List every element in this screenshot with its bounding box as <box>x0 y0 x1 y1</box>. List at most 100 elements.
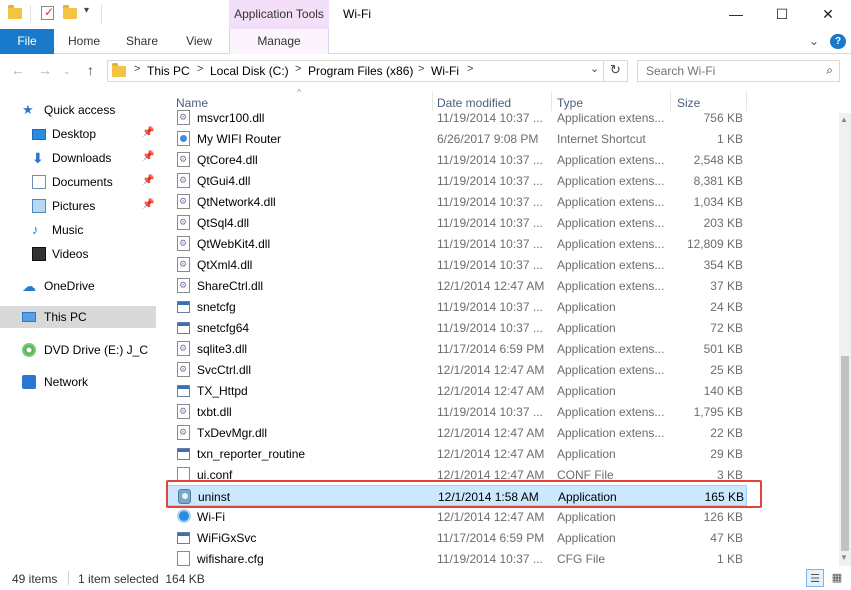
pin-icon[interactable]: 📌 <box>142 175 154 186</box>
file-date-modified: 11/19/2014 10:37 ... <box>437 111 543 125</box>
search-input[interactable] <box>638 61 818 81</box>
file-type: Application <box>557 510 616 524</box>
download-icon: ⬇ <box>32 150 44 166</box>
file-row[interactable]: QtSql4.dll 11/19/2014 10:37 ... Applicatio… <box>167 212 747 233</box>
status-divider <box>68 571 69 585</box>
minimize-button[interactable]: — <box>713 0 759 29</box>
scrollbar-thumb[interactable] <box>841 356 849 551</box>
vertical-scrollbar[interactable]: ▲ ▼ <box>839 113 851 566</box>
dll-file-icon <box>177 215 190 230</box>
file-row[interactable]: snetcfg64 11/19/2014 10:37 ... Application… <box>167 317 747 338</box>
file-row[interactable]: TX_Httpd 12/1/2014 12:47 AM Application 140… <box>167 380 747 401</box>
nav-item-pictures[interactable]: Pictures 📌 <box>0 195 156 217</box>
address-bar[interactable]: > This PC > Local Disk (C:) > Program Fi… <box>107 60 628 82</box>
nav-item-onedrive[interactable]: ☁ OneDrive <box>0 275 156 297</box>
file-name: txn_reporter_routine <box>197 447 306 461</box>
file-row[interactable]: wifishare.cfg 11/19/2014 10:37 ... CFG Fil… <box>167 548 747 566</box>
file-row[interactable]: sqlite3.dll 11/17/2014 6:59 PM Application… <box>167 338 747 359</box>
nav-item-downloads[interactable]: ⬇ Downloads 📌 <box>0 147 156 169</box>
file-row[interactable]: SvcCtrl.dll 12/1/2014 12:47 AM Application… <box>167 359 747 380</box>
file-name: QtWebKit4.dll <box>197 237 271 251</box>
breadcrumb-this-pc[interactable]: This PC <box>147 64 190 78</box>
details-view-icon[interactable]: ☰ <box>806 569 824 587</box>
breadcrumb-separator[interactable]: > <box>295 63 301 75</box>
scroll-up-icon[interactable]: ▲ <box>840 115 848 124</box>
dll-file-icon <box>177 110 190 125</box>
file-row[interactable]: msvcr100.dll 11/19/2014 10:37 ... Applicat… <box>167 107 747 128</box>
search-icon[interactable]: ⌕ <box>826 63 833 78</box>
tab-share[interactable]: Share <box>118 29 166 54</box>
file-type: Application extens... <box>557 111 665 125</box>
breadcrumb-separator[interactable]: > <box>467 63 473 75</box>
file-type: Application extens... <box>557 258 665 272</box>
file-row[interactable]: QtNetwork4.dll 11/19/2014 10:37 ... Applic… <box>167 191 747 212</box>
folder-icon <box>8 5 22 20</box>
maximize-button[interactable]: ☐ <box>759 0 805 29</box>
nav-item-videos[interactable]: Videos <box>0 243 156 265</box>
nav-item-quick-access[interactable]: ★ Quick access <box>0 99 156 121</box>
file-name: WiFiGxSvc <box>197 531 257 545</box>
file-name: ui.conf <box>197 468 233 482</box>
tab-home[interactable]: Home <box>60 29 108 54</box>
file-row[interactable]: uninst 12/1/2014 1:58 AM Application 165 KB <box>167 485 747 506</box>
file-row[interactable]: WiFiGxSvc 11/17/2014 6:59 PM Application 47… <box>167 527 747 548</box>
file-date-modified: 12/1/2014 12:47 AM <box>437 279 545 293</box>
dll-file-icon <box>177 173 190 188</box>
file-row[interactable]: ShareCtrl.dll 12/1/2014 12:47 AM Applicati… <box>167 275 747 296</box>
new-folder-icon[interactable] <box>63 5 77 20</box>
refresh-icon[interactable]: ↻ <box>610 62 621 78</box>
file-type: Application extens... <box>557 216 665 230</box>
breadcrumb-separator[interactable]: > <box>418 63 424 75</box>
recent-locations-chevron-icon[interactable]: ⌄ <box>63 66 71 77</box>
breadcrumb-separator[interactable]: > <box>134 63 140 75</box>
nav-item-label: Quick access <box>44 103 116 117</box>
dll-file-icon <box>177 278 190 293</box>
nav-item-label: Downloads <box>52 151 112 165</box>
pin-icon[interactable]: 📌 <box>142 199 154 210</box>
file-row[interactable]: Wi-Fi 12/1/2014 12:47 AM Application 126 KB <box>167 506 747 527</box>
nav-item-dvd-drive[interactable]: DVD Drive (E:) J_CENA <box>0 339 156 361</box>
nav-item-music[interactable]: ♪ Music <box>0 219 156 241</box>
nav-item-documents[interactable]: Documents 📌 <box>0 171 156 193</box>
nav-item-desktop[interactable]: Desktop 📌 <box>0 123 156 145</box>
help-icon[interactable]: ? <box>830 34 846 49</box>
file-row[interactable]: TxDevMgr.dll 12/1/2014 12:47 AM Applicatio… <box>167 422 747 443</box>
file-size: 126 KB <box>703 510 743 524</box>
address-dropdown-icon[interactable]: ⌄ <box>590 62 599 75</box>
file-size: 72 KB <box>710 321 743 335</box>
file-row[interactable]: QtGui4.dll 11/19/2014 10:37 ... Applicatio… <box>167 170 747 191</box>
customize-quick-access-icon[interactable]: ▾ <box>84 5 98 19</box>
file-row[interactable]: QtCore4.dll 11/19/2014 10:37 ... Applicati… <box>167 149 747 170</box>
tab-manage[interactable]: Manage <box>229 29 329 54</box>
nav-item-network[interactable]: Network <box>0 371 156 393</box>
pin-icon[interactable]: 📌 <box>142 151 154 162</box>
breadcrumb-local-disk[interactable]: Local Disk (C:) <box>210 64 289 78</box>
breadcrumb-program-files[interactable]: Program Files (x86) <box>308 64 413 78</box>
breadcrumb-separator[interactable]: > <box>197 63 203 75</box>
tab-view[interactable]: View <box>176 29 222 54</box>
close-button[interactable]: ✕ <box>805 0 851 29</box>
file-row[interactable]: QtXml4.dll 11/19/2014 10:37 ... Applicatio… <box>167 254 747 275</box>
file-row[interactable]: ui.conf 12/1/2014 12:47 AM CONF File 3 KB <box>167 464 747 485</box>
file-row[interactable]: txn_reporter_routine 12/1/2014 12:47 AM Ap… <box>167 443 747 464</box>
file-row[interactable]: txbt.dll 11/19/2014 10:37 ... Application … <box>167 401 747 422</box>
pin-icon[interactable]: 📌 <box>142 127 154 138</box>
properties-icon[interactable] <box>41 5 55 20</box>
file-date-modified: 11/19/2014 10:37 ... <box>437 321 543 335</box>
up-arrow-icon[interactable]: ↑ <box>87 62 94 78</box>
tab-file[interactable]: File <box>0 29 54 54</box>
nav-item-this-pc[interactable]: This PC <box>0 306 156 328</box>
forward-arrow-icon[interactable]: → <box>38 62 52 78</box>
back-arrow-icon[interactable]: ← <box>11 62 25 78</box>
file-row[interactable]: My WIFI Router 6/26/2017 9:08 PM Internet … <box>167 128 747 149</box>
file-name: msvcr100.dll <box>197 111 265 125</box>
search-box[interactable]: ⌕ <box>637 60 840 82</box>
breadcrumb-wifi[interactable]: Wi-Fi <box>431 64 459 78</box>
file-row[interactable]: snetcfg 11/19/2014 10:37 ... Application 24… <box>167 296 747 317</box>
expand-ribbon-icon[interactable]: ⌄ <box>806 29 822 54</box>
large-icons-view-icon[interactable]: ▦ <box>828 569 846 587</box>
file-date-modified: 11/19/2014 10:37 ... <box>437 153 543 167</box>
scroll-down-icon[interactable]: ▼ <box>840 553 848 562</box>
file-row[interactable]: QtWebKit4.dll 11/19/2014 10:37 ... Applica… <box>167 233 747 254</box>
uninstaller-icon <box>178 489 191 504</box>
